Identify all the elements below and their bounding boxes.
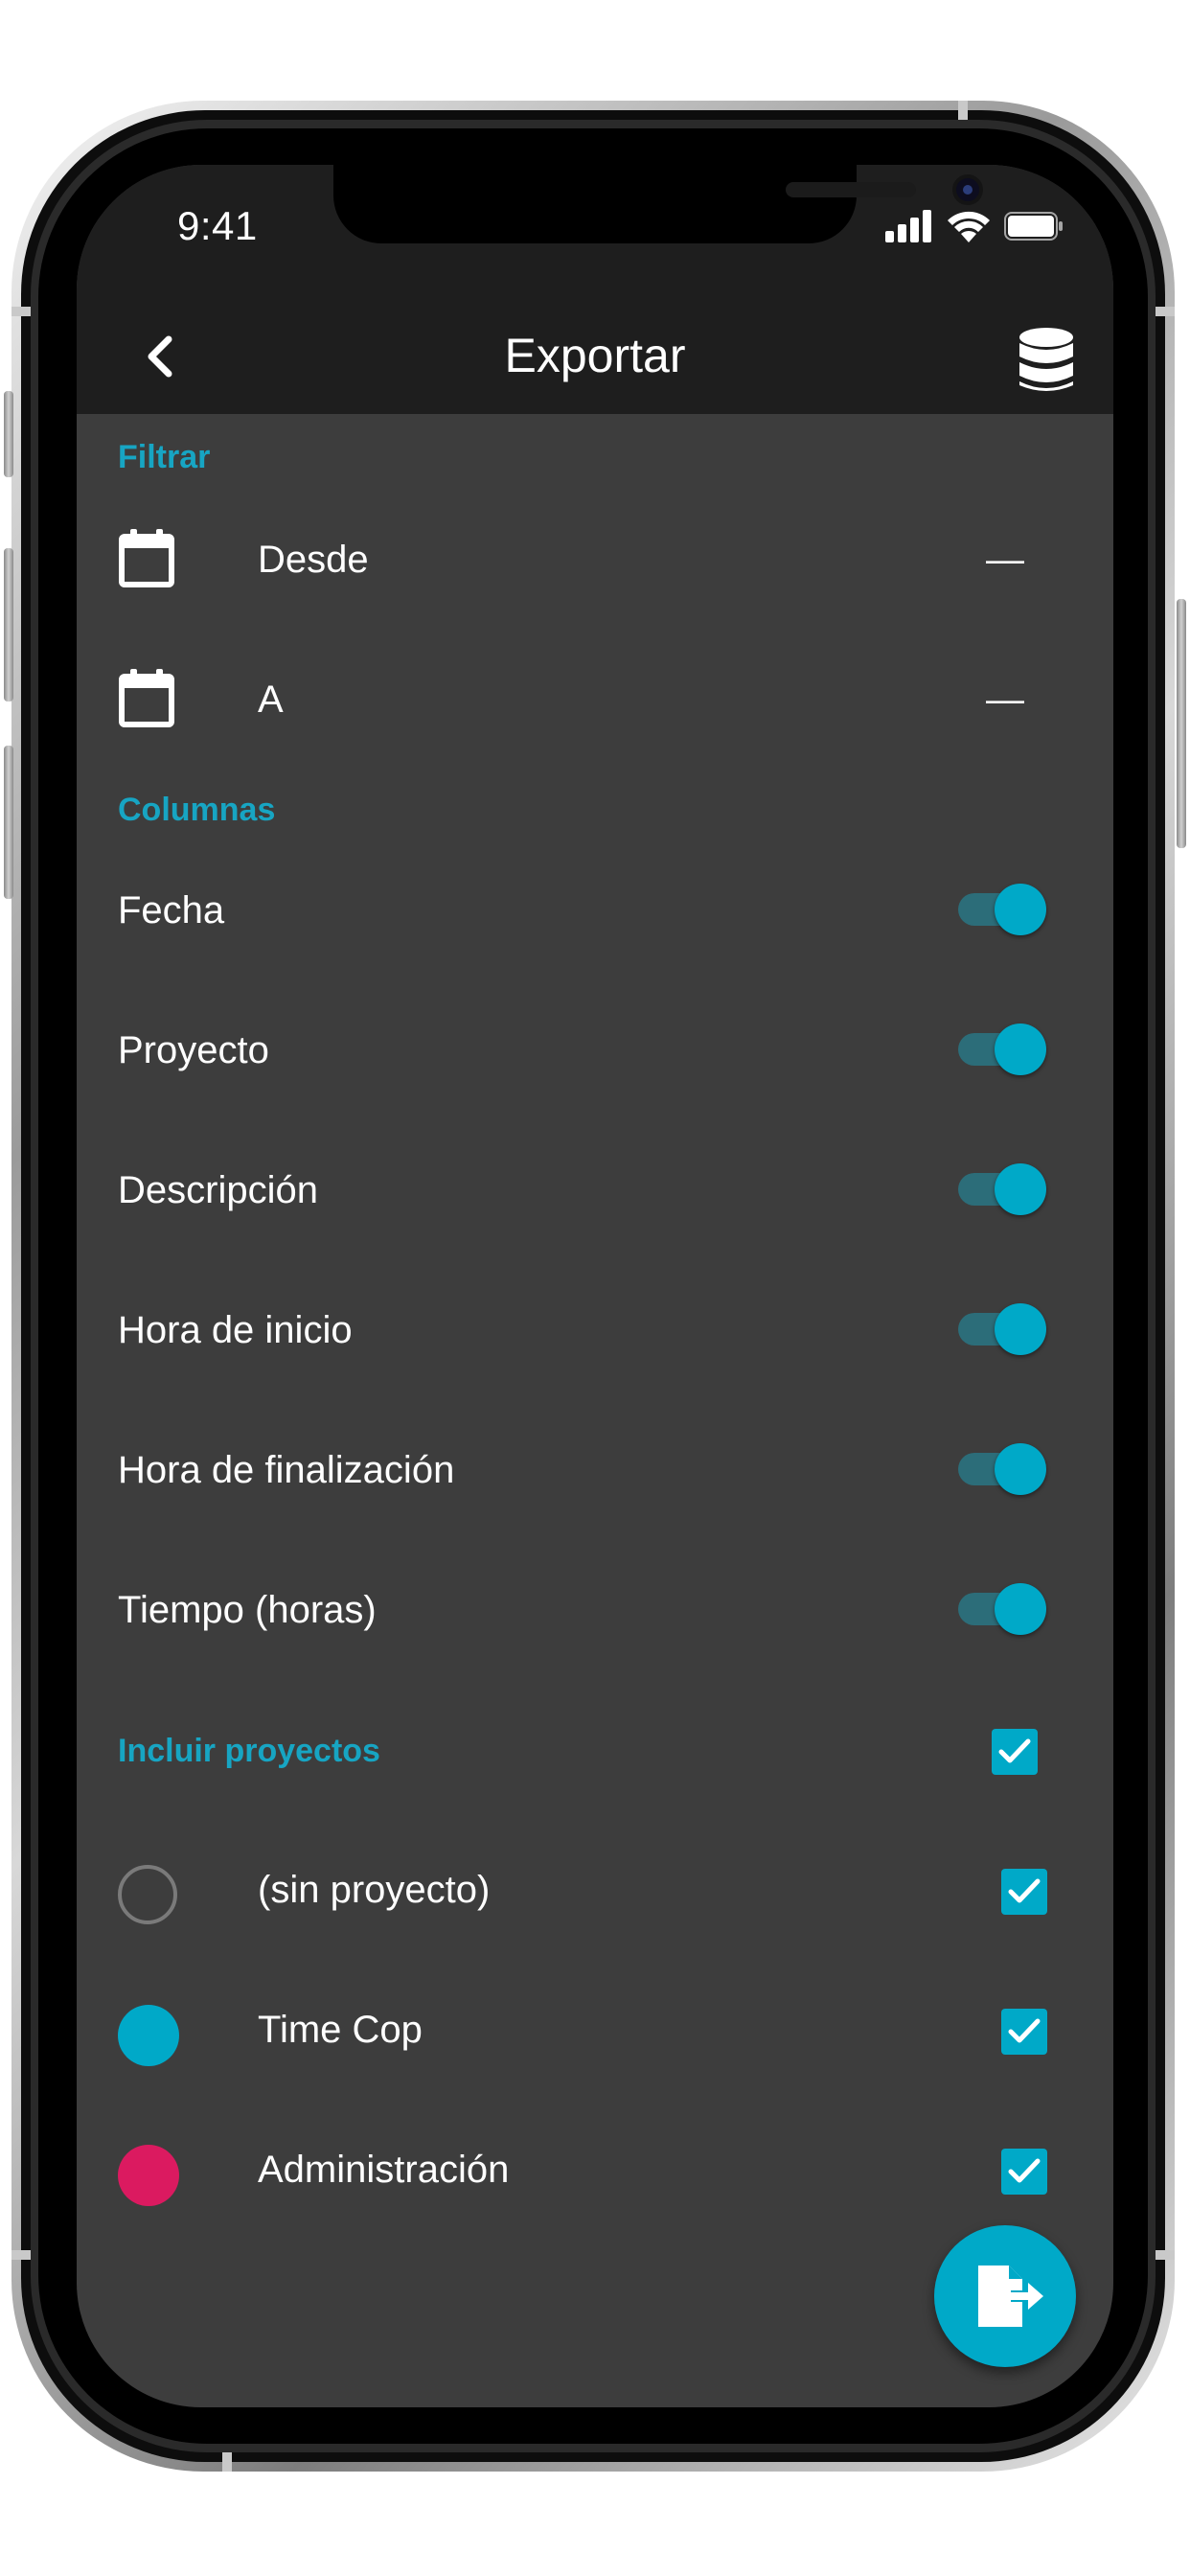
page-title: Exportar xyxy=(504,329,686,382)
database-button[interactable] xyxy=(1008,322,1085,399)
project-color-dot xyxy=(118,2005,179,2066)
project-color-dot xyxy=(118,1865,177,1924)
calendar-icon xyxy=(119,529,174,587)
check-icon xyxy=(1008,2018,1041,2043)
notch xyxy=(333,165,983,243)
front-camera xyxy=(952,174,983,205)
projects-section-header: Incluir proyectos xyxy=(118,1733,380,1769)
date-to-value: — xyxy=(986,678,1024,721)
check-icon xyxy=(1008,2158,1041,2183)
calendar-icon xyxy=(119,669,174,727)
project-label: Administración xyxy=(258,2149,510,2191)
column-label: Descripción xyxy=(118,1169,318,1211)
column-toggle-tiempo[interactable] xyxy=(956,1574,1048,1641)
antenna-line xyxy=(1156,2250,1175,2260)
column-label: Tiempo (horas) xyxy=(118,1589,377,1631)
antenna-line xyxy=(11,2250,31,2260)
project-checkbox-sin-proyecto[interactable] xyxy=(1001,1869,1047,1915)
project-label: (sin proyecto) xyxy=(258,1869,491,1911)
project-color-dot xyxy=(118,2145,179,2206)
app-screen: 9:41 Exportar Filtrar Desde — A — Column… xyxy=(77,165,1113,2407)
column-toggle-fecha[interactable] xyxy=(956,874,1048,941)
column-label: Fecha xyxy=(118,889,225,932)
volume-down-button xyxy=(4,746,13,899)
power-button xyxy=(1177,599,1186,848)
project-checkbox-administracion[interactable] xyxy=(1001,2149,1047,2195)
column-label: Hora de finalización xyxy=(118,1449,455,1491)
status-icons xyxy=(885,207,1064,245)
date-from-label: Desde xyxy=(258,539,369,581)
volume-up-button xyxy=(4,548,13,702)
app-bar: Exportar xyxy=(77,299,1113,414)
battery-icon xyxy=(1004,212,1063,241)
column-label: Hora de inicio xyxy=(118,1309,353,1351)
column-toggle-hora-finalizacion[interactable] xyxy=(956,1434,1048,1501)
status-bar: 9:41 Exportar xyxy=(77,165,1113,414)
column-toggle-descripcion[interactable] xyxy=(956,1154,1048,1221)
check-icon xyxy=(998,1738,1031,1763)
column-toggle-hora-inicio[interactable] xyxy=(956,1294,1048,1361)
project-checkbox-time-cop[interactable] xyxy=(1001,2009,1047,2055)
file-export-icon xyxy=(978,2266,1043,2327)
column-label: Proyecto xyxy=(118,1029,269,1071)
columns-section-header: Columnas xyxy=(118,792,276,828)
status-time: 9:41 xyxy=(177,203,258,248)
antenna-line xyxy=(1156,307,1175,316)
date-from-value: — xyxy=(986,539,1024,581)
antenna-line xyxy=(222,2452,232,2472)
column-toggle-proyecto[interactable] xyxy=(956,1014,1048,1081)
filter-section-header: Filtrar xyxy=(118,439,211,475)
project-label: Time Cop xyxy=(258,2009,423,2051)
date-to-label: A xyxy=(258,678,284,721)
antenna-line xyxy=(958,101,968,120)
database-icon xyxy=(1019,328,1073,391)
export-fab-button[interactable] xyxy=(934,2225,1076,2367)
wifi-icon xyxy=(948,211,990,242)
antenna-line xyxy=(11,307,31,316)
signal-icon xyxy=(885,210,931,242)
speaker xyxy=(786,182,916,197)
select-all-projects-checkbox[interactable] xyxy=(992,1729,1038,1775)
silent-switch xyxy=(4,391,13,477)
check-icon xyxy=(1008,1878,1041,1903)
